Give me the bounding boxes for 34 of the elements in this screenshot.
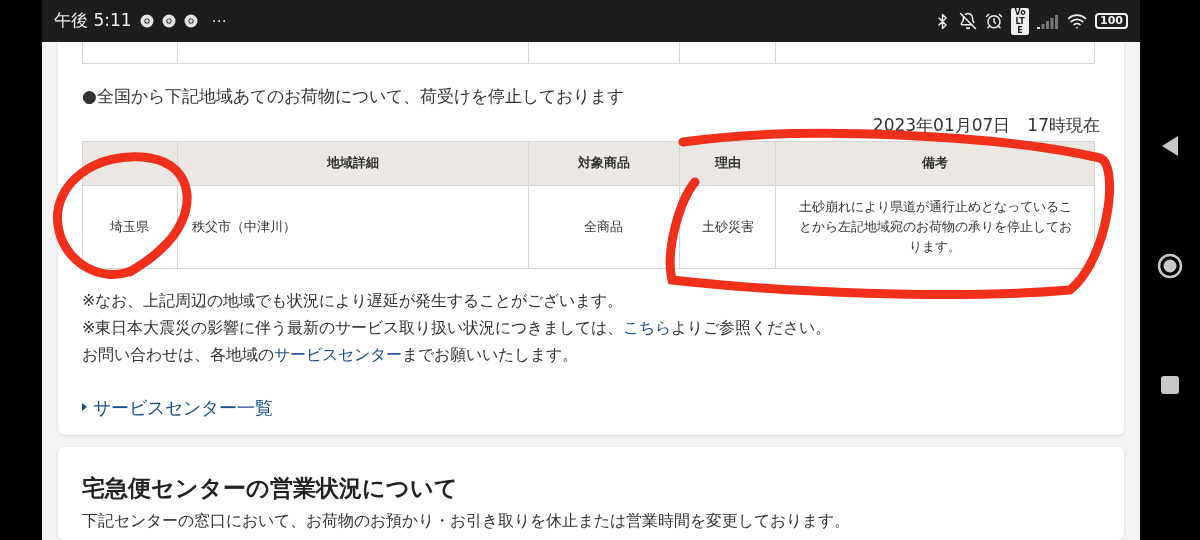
more-indicator: ⋯ xyxy=(211,10,227,32)
browser-icon xyxy=(183,14,198,28)
caret-icon xyxy=(82,403,87,411)
inline-link[interactable]: こちら xyxy=(623,317,672,337)
section-title: 宅急便センターの営業状況について xyxy=(82,473,459,503)
inline-link[interactable]: サービスセンター xyxy=(274,344,402,364)
remarks-cell: 土砂崩れにより県道が通行止めとなっていることから左記地域宛のお荷物の承りを停止しております。 xyxy=(798,198,1072,254)
note-text: ※東日本大震災の影響に伴う最新のサービス取り扱い状況につきましては、こちら よりご参照ください。 xyxy=(82,316,833,339)
muted-bell-icon xyxy=(959,12,978,30)
alarm-icon xyxy=(985,12,1004,30)
prefecture-cell: 埼玉県 xyxy=(110,218,150,234)
service-center-list-link[interactable]: サービスセンター一覧 xyxy=(82,393,1100,421)
notice-heading: ●全国から下記地域あてのお荷物について、荷受けを停止しております xyxy=(82,84,625,108)
column-header: 対象商品 xyxy=(577,155,630,171)
items-cell: 全商品 xyxy=(584,218,624,234)
battery-indicator: 100 xyxy=(1095,13,1128,29)
back-icon[interactable] xyxy=(1160,135,1180,157)
volte-indicator: VoLTE xyxy=(1011,7,1030,35)
area-cell: 秩父市（中津川） xyxy=(191,218,296,234)
signal-icon xyxy=(1037,13,1060,29)
reason-cell: 土砂災害 xyxy=(701,218,754,234)
note-text: ※なお、上記周辺の地域でも状況により遅延が発生することがございます。 xyxy=(82,289,625,312)
recents-icon[interactable] xyxy=(1160,375,1180,395)
column-header: 地域詳細 xyxy=(326,155,379,171)
column-header: 備考 xyxy=(922,155,949,171)
note-text: お問い合わせは、各地域のサービスセンター までお願いいたします。 xyxy=(82,343,579,366)
wifi-icon xyxy=(1067,11,1088,31)
section-description: 下記センターの窓口において、お荷物のお預かり・お引き取りを休止または営業時間を変更しております。 xyxy=(82,510,851,532)
column-header: 理由 xyxy=(714,155,741,171)
browser-icon xyxy=(161,14,176,28)
browser-icon xyxy=(139,14,154,28)
as-of-date: 2023年01月07日 17時現在 xyxy=(872,114,1100,137)
home-icon[interactable] xyxy=(1157,253,1183,279)
clock-time: 午後 5:11 xyxy=(54,9,132,33)
